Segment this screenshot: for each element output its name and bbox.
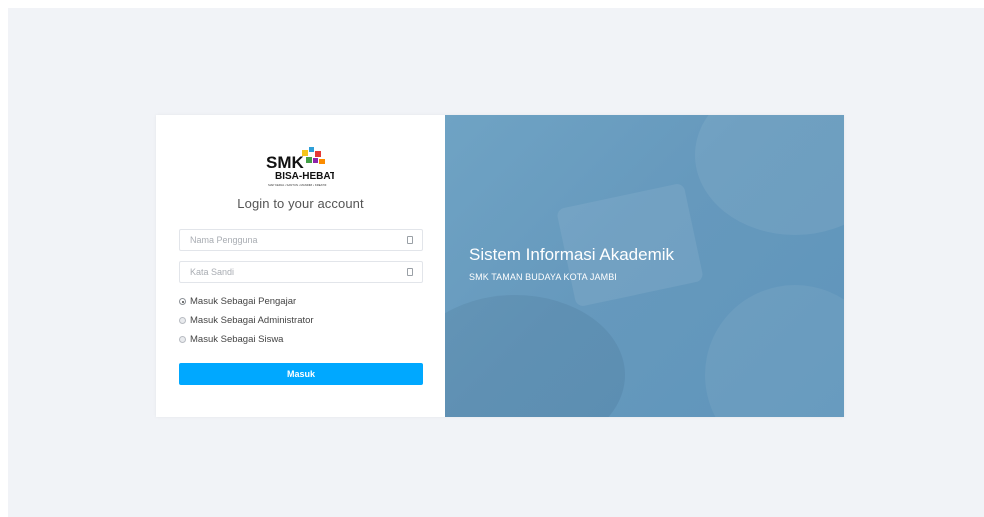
login-form-panel: SMK BISA-HEBAT SIAP KERJA • SANTUN • MAN… <box>156 115 445 417</box>
login-card: SMK BISA-HEBAT SIAP KERJA • SANTUN • MAN… <box>156 115 844 417</box>
role-option-pengajar[interactable]: Masuk Sebagai Pengajar <box>179 296 296 307</box>
role-option-administrator[interactable]: Masuk Sebagai Administrator <box>179 315 314 326</box>
hero-title: Sistem Informasi Akademik <box>469 245 675 264</box>
role-label: Masuk Sebagai Administrator <box>190 315 314 326</box>
username-field[interactable] <box>179 229 423 251</box>
hero-image-panel: Sistem Informasi Akademik SMK TAMAN BUDA… <box>445 115 844 417</box>
svg-text:SMK: SMK <box>266 153 305 172</box>
role-label: Masuk Sebagai Pengajar <box>190 296 297 307</box>
login-submit-button[interactable]: Masuk <box>179 363 423 385</box>
svg-text:SIAP KERJA • SANTUN • MANDIRI: SIAP KERJA • SANTUN • MANDIRI • KREATIF <box>268 183 327 187</box>
hero-photo-shape <box>445 295 625 417</box>
radio-button[interactable] <box>179 317 186 324</box>
username-input[interactable] <box>180 230 422 250</box>
password-field[interactable] <box>179 261 423 283</box>
role-option-siswa[interactable]: Masuk Sebagai Siswa <box>179 334 283 345</box>
smk-bisa-hebat-logo: SMK BISA-HEBAT SIAP KERJA • SANTUN • MAN… <box>266 147 334 187</box>
radio-button[interactable] <box>179 336 186 343</box>
hero-photo-shape <box>705 285 844 417</box>
hero-subtitle: SMK TAMAN BUDAYA KOTA JAMBI <box>469 272 617 282</box>
lock-icon <box>407 268 413 276</box>
radio-button[interactable] <box>179 298 186 305</box>
svg-text:BISA-HEBAT: BISA-HEBAT <box>275 171 334 182</box>
login-title: Login to your account <box>237 196 364 211</box>
hero-photo-shape <box>695 115 844 235</box>
user-icon <box>407 236 413 244</box>
role-label: Masuk Sebagai Siswa <box>190 334 284 345</box>
password-input[interactable] <box>180 262 422 282</box>
